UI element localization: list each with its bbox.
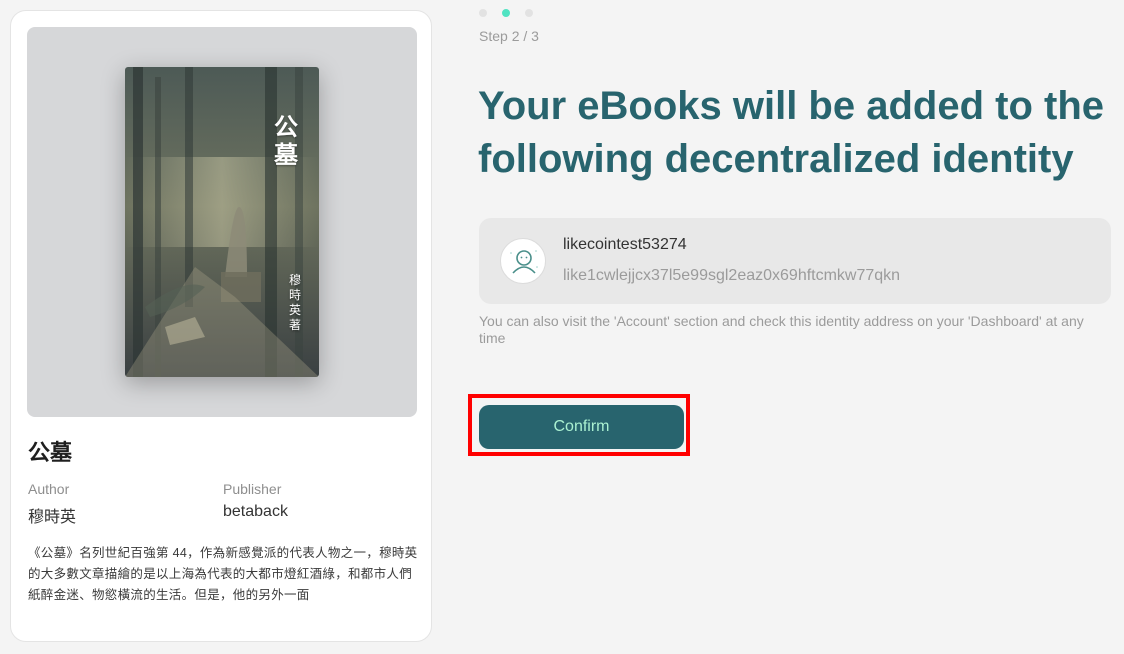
identity-name: likecointest53274	[563, 236, 687, 253]
author-label: Author	[28, 481, 70, 497]
identity-address: like1cwlejjcx37l5e99sgl2eaz0x69hftcmkw77…	[563, 267, 901, 284]
step-dot	[525, 9, 533, 17]
publisher-value: betaback	[223, 503, 288, 520]
cover-title-text: 公墓	[274, 112, 298, 169]
default-avatar-icon	[500, 238, 546, 284]
step-dot	[479, 9, 487, 17]
step-dot-active	[502, 9, 510, 17]
book-description: 《公墓》名列世紀百強第 44，作為新感覺派的代表人物之一，穆時英的大多數文章描繪…	[28, 546, 418, 602]
identity-hint: You can also visit the 'Account' section…	[479, 313, 1084, 346]
book-cover-image: 公墓 穆時英 著	[125, 67, 319, 377]
page-headline: Your eBooks will be added to the followi…	[478, 84, 1104, 181]
book-title: 公墓	[28, 440, 73, 465]
step-indicator	[479, 9, 533, 17]
author-value: 穆時英	[28, 509, 77, 526]
publisher-label: Publisher	[223, 481, 282, 497]
book-card: 公墓 穆時英 著 公墓 Author 穆時英 Publisher betabac…	[10, 10, 432, 642]
identity-card: likecointest53274 like1cwlejjcx37l5e99sg…	[479, 218, 1111, 304]
step-label: Step 2 / 3	[479, 28, 539, 44]
cover-author-text: 穆時英 著	[288, 273, 301, 332]
confirm-button[interactable]: Confirm	[479, 405, 684, 449]
cover-area: 公墓 穆時英 著	[27, 27, 417, 417]
